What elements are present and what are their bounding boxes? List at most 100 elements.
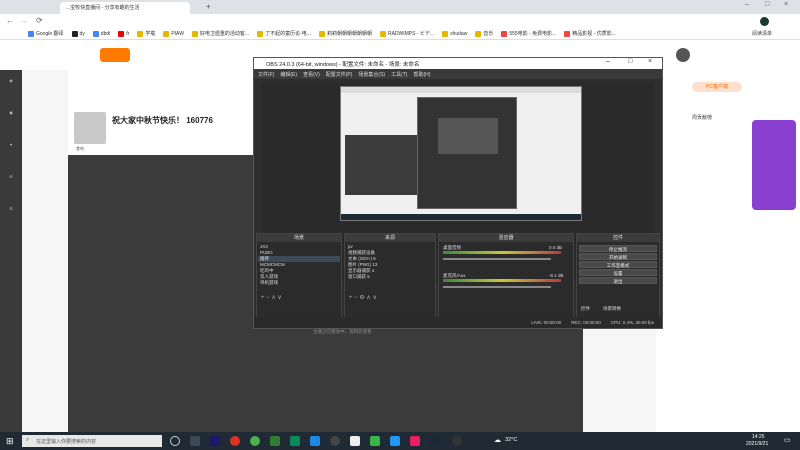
app-icon-white[interactable] (350, 436, 360, 446)
tab-controls[interactable]: 控件 (581, 306, 590, 312)
tab-scene-transitions[interactable]: 场景转换 (603, 306, 621, 312)
obs-maximize-icon[interactable]: □ (628, 58, 632, 65)
app-icon-dark[interactable] (452, 436, 462, 446)
controls-dock: 控件 停止推流 开始录制 工作室模式 设置 退出 控件 场景转换 (576, 233, 660, 328)
search-icon: ⌕ (26, 437, 30, 443)
room-title: 祝大家中秋节快乐！ 160776 (112, 116, 213, 125)
player-message: 主播正在播放中，请稍后收看 (313, 329, 372, 334)
close-icon[interactable]: × (784, 1, 788, 8)
taskbar-search-box[interactable]: 在这里输入你要搜索的内容 (22, 435, 162, 447)
preview-nested-screen (438, 118, 498, 154)
promo-banner[interactable] (752, 120, 796, 210)
menu-view[interactable]: 查看(V) (303, 71, 320, 78)
sidebar-icon[interactable]: ✉ (4, 174, 18, 190)
browser-toolbar: ← → ⟳ (0, 14, 800, 40)
app-icon-red[interactable] (230, 436, 240, 446)
bookmark-item[interactable]: fr (118, 30, 129, 37)
controls-dock-title: 控件 (577, 234, 659, 242)
wechat-work-icon[interactable] (290, 436, 300, 446)
clock-time[interactable]: 14:25 (752, 434, 765, 440)
minimize-icon[interactable]: – (745, 1, 749, 8)
obs-minimize-icon[interactable]: – (606, 58, 610, 65)
bookmark-item[interactable]: 好电卫遗重的活动客... (191, 30, 249, 37)
preview-taskbar (341, 214, 581, 220)
premiere-icon[interactable] (210, 436, 220, 446)
sidebar-icon[interactable]: ◉ (4, 78, 18, 94)
mixer-channel-db: 0.0 dB (549, 245, 563, 250)
wechat-icon[interactable] (370, 436, 380, 446)
forward-icon[interactable]: → (20, 16, 28, 25)
weather-temp[interactable]: 32°C (505, 437, 517, 443)
audio-meter (443, 279, 561, 282)
site-sidebar: ◉ ▣ ♥ ✉ ☰ (0, 70, 22, 432)
bookmark-item[interactable]: dy (71, 30, 85, 37)
streamer-avatar[interactable] (74, 112, 106, 144)
stop-streaming-button[interactable]: 停止推流 (579, 245, 657, 252)
bookmark-item[interactable]: 音乐 (475, 30, 493, 37)
app-icon-blue[interactable] (310, 436, 320, 446)
mixer-dock: 混音器 桌面音频 0.0 dB 麦克风/Aux -6.1 dB (438, 233, 574, 328)
back-icon[interactable]: ← (6, 16, 14, 25)
clock-date[interactable]: 2021/9/21 (746, 441, 768, 447)
exit-button[interactable]: 退出 (579, 277, 657, 284)
source-add-icon[interactable]: + − ⚙ ∧ ∨ (349, 294, 377, 301)
menu-profile[interactable]: 配置文件(P) (326, 71, 353, 78)
bookmark-item[interactable]: PIAW (163, 30, 184, 37)
source-item[interactable]: 窗口捕获 5 (346, 274, 434, 280)
weather-icon[interactable]: ☁ (494, 436, 501, 444)
mixer-channel-db: -6.1 dB (549, 273, 564, 278)
scene-add-icon[interactable]: + − ∧ ∨ (261, 294, 282, 301)
studio-mode-button[interactable]: 工作室模式 (579, 261, 657, 268)
bookmark-item[interactable]: 学载 (137, 30, 155, 37)
reload-icon[interactable]: ⟳ (36, 16, 43, 25)
menu-edit[interactable]: 编辑(E) (280, 71, 297, 78)
settings-button[interactable]: 设置 (579, 269, 657, 276)
sidebar-icon[interactable]: ☰ (4, 206, 18, 222)
steam-icon[interactable] (430, 436, 440, 446)
profile-avatar[interactable] (760, 17, 769, 26)
scene-item[interactable]: 单机游戏 (258, 280, 340, 286)
menu-scene-collection[interactable]: 场景集合(S) (358, 71, 385, 78)
sidebar-icon[interactable]: ♥ (4, 142, 18, 158)
bookmark-item[interactable]: 555电影 - 免费电影... (501, 30, 556, 37)
notification-icon[interactable]: ▭ (784, 436, 791, 444)
scenes-dock-title: 场景 (257, 234, 341, 242)
bookmark-item[interactable]: RADWIMPS - ビデ... (379, 30, 434, 37)
bookmark-item[interactable]: 莉莉朝朝朝朝朝朝朝 (318, 30, 372, 37)
bookmark-item[interactable]: dbdi (92, 30, 110, 37)
tab-active[interactable]: ...宝牧快直播间 - 分享有趣的生活 (60, 2, 190, 14)
new-tab-button[interactable]: + (206, 2, 211, 11)
maximize-icon[interactable]: □ (765, 1, 769, 8)
streamer-name[interactable]: 食哈 (76, 146, 84, 152)
bookmark-item[interactable]: shudaw (442, 30, 467, 37)
pc-client-button[interactable]: PC客户端 (692, 82, 742, 92)
menu-tools[interactable]: 工具(T) (391, 71, 407, 78)
volume-slider[interactable] (443, 258, 551, 260)
bookmark-item[interactable]: 了不起的童历论-电... (257, 30, 311, 37)
app-icon-pink[interactable] (410, 436, 420, 446)
app-icon-green[interactable] (270, 436, 280, 446)
room-info: 祝大家中秋节快乐！ 160776 食哈 (68, 70, 268, 155)
sidebar-icon[interactable]: ▣ (4, 110, 18, 126)
obs-statusbar: LIVE: 00:00:00 REC: 00:00:00 CPU: 0.4%, … (254, 317, 662, 328)
tab-strip: ...宝牧快直播间 - 分享有趣的生活 + – □ × (0, 0, 800, 14)
reading-list[interactable]: 阅读清单 (752, 30, 772, 37)
task-view-icon[interactable] (190, 436, 200, 446)
menu-help[interactable]: 帮助(H) (413, 71, 430, 78)
chrome-icon[interactable] (250, 436, 260, 446)
bookmark-item[interactable]: Google 翻译 (28, 30, 64, 37)
cortana-icon[interactable] (170, 436, 180, 446)
volume-slider[interactable] (443, 286, 551, 288)
site-logo[interactable] (100, 48, 130, 62)
obs-close-icon[interactable]: × (648, 58, 652, 65)
start-recording-button[interactable]: 开始录制 (579, 253, 657, 260)
cpu-fps: CPU: 0.4%, 30.00 fps (610, 320, 654, 325)
scenes-dock: 场景 JX3 PUBG 搬砖 MCMCMCM 吃鸡中 双人游戏 单机游戏 + −… (256, 233, 342, 328)
windows-start-icon[interactable]: ⊞ (6, 436, 14, 447)
app-icon-blue2[interactable] (390, 436, 400, 446)
menu-file[interactable]: 文件(F) (258, 71, 274, 78)
user-avatar[interactable] (676, 48, 690, 62)
obs-icon[interactable] (330, 436, 340, 446)
bookmark-item[interactable]: 精品影视 - 优质影... (564, 30, 616, 37)
tab-active-label: ...宝牧快直播间 - 分享有趣的生活 (66, 5, 140, 11)
